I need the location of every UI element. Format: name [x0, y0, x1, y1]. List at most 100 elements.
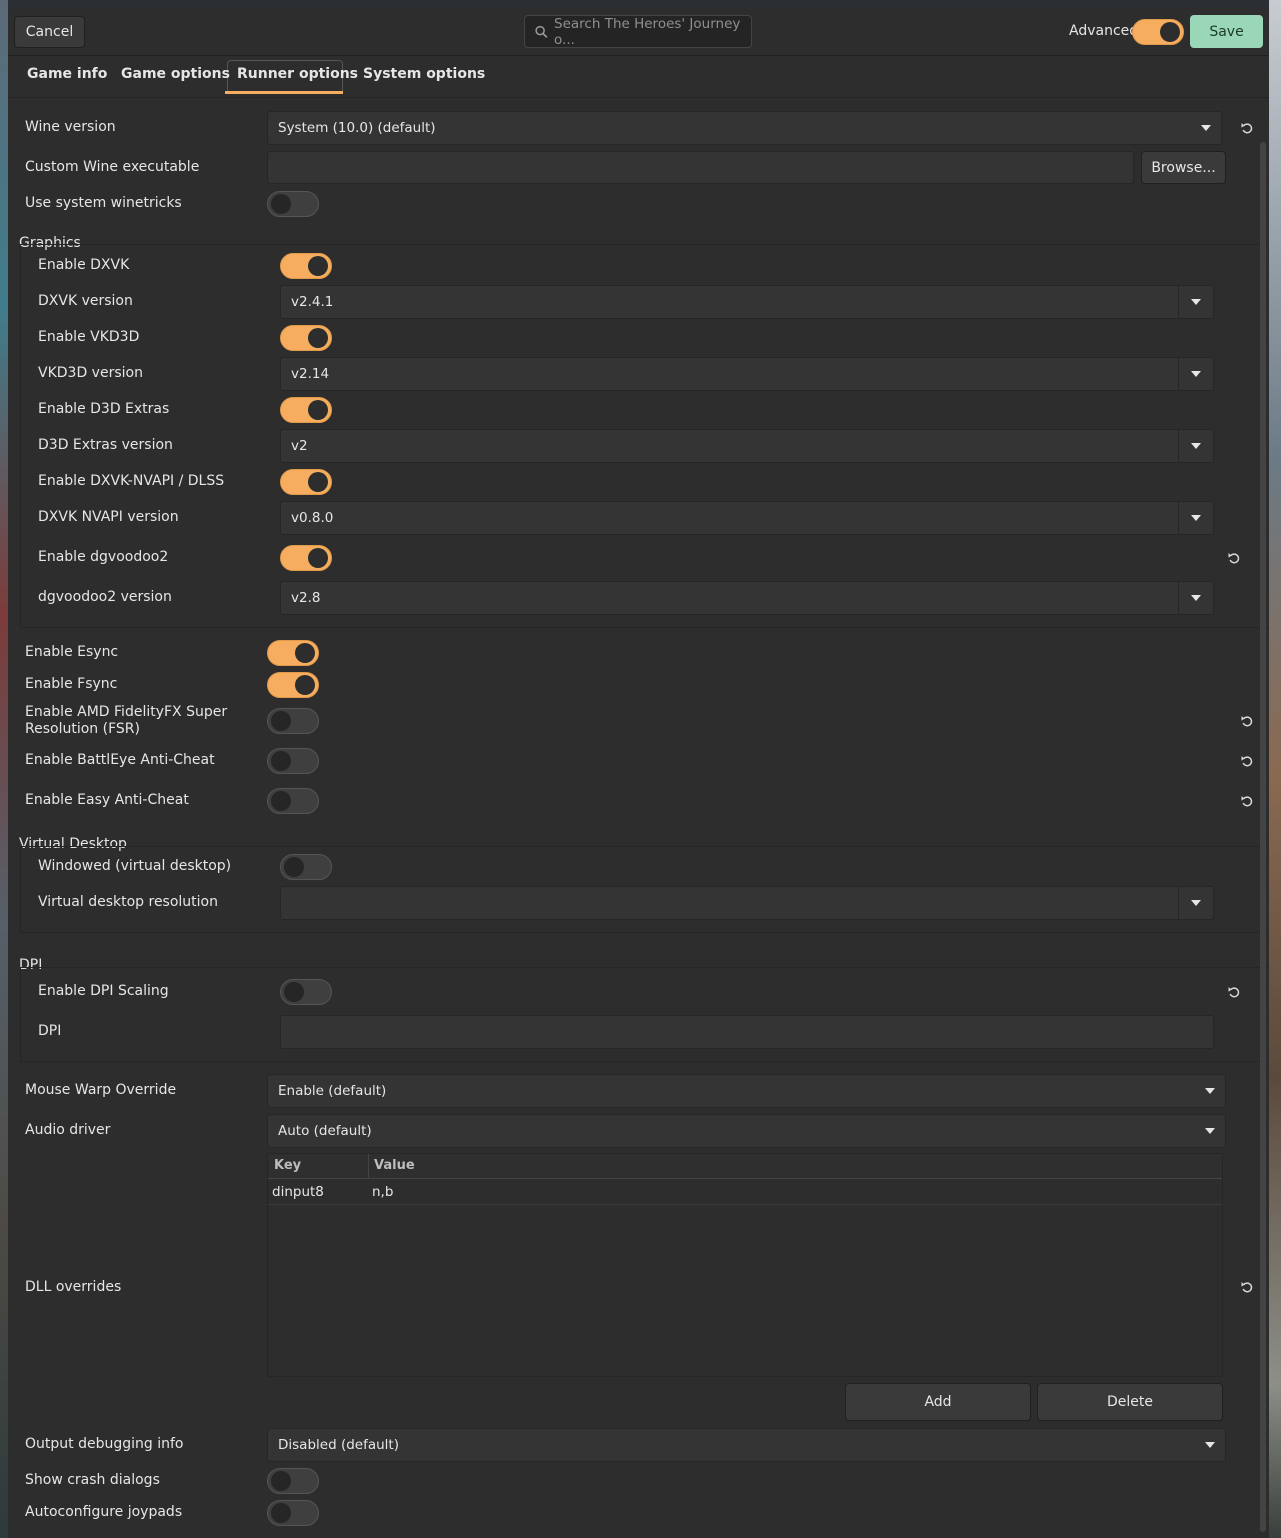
enable-dxvk-toggle[interactable]	[280, 253, 332, 279]
esync-toggle[interactable]	[267, 640, 319, 666]
dxvk-version-combo[interactable]: v2.4.1	[280, 285, 1214, 319]
cancel-button[interactable]: Cancel	[14, 16, 85, 48]
d3d-extras-version-value: v2	[291, 438, 308, 454]
eac-toggle[interactable]	[267, 788, 319, 814]
nvapi-version-value: v0.8.0	[291, 510, 334, 526]
dgvoodoo2-version-label: dgvoodoo2 version	[38, 589, 172, 605]
dpi-scaling-label: Enable DPI Scaling	[38, 983, 169, 999]
d3d-extras-dropdown-button[interactable]	[1178, 430, 1213, 462]
joypads-toggle[interactable]	[267, 1500, 319, 1526]
chevron-down-icon	[1191, 595, 1201, 601]
fsr-label-line2: Resolution (FSR)	[25, 721, 140, 737]
enable-d3d-extras-toggle[interactable]	[280, 397, 332, 423]
system-winetricks-toggle[interactable]	[267, 191, 319, 217]
advanced-toggle[interactable]	[1132, 19, 1184, 45]
dll-table-header: Key Value	[268, 1154, 1222, 1179]
joypads-label: Autoconfigure joypads	[25, 1504, 183, 1520]
chevron-down-icon	[1191, 443, 1201, 449]
wine-version-label: Wine version	[25, 119, 116, 135]
dll-overrides-table[interactable]: Key Value dinput8 n,b	[267, 1153, 1223, 1377]
enable-nvapi-toggle[interactable]	[280, 469, 332, 495]
tab-bar: Game info Game options Runner options Sy…	[8, 56, 1269, 98]
nvapi-version-dropdown-button[interactable]	[1178, 502, 1213, 534]
dll-delete-button[interactable]: Delete	[1037, 1383, 1223, 1421]
chevron-down-icon	[1191, 900, 1201, 906]
browse-button[interactable]: Browse...	[1141, 151, 1226, 184]
chevron-down-icon	[1191, 371, 1201, 377]
advanced-label: Advanced	[1069, 23, 1139, 39]
dgvoodoo2-version-combo[interactable]: v2.8	[280, 581, 1214, 615]
reset-icon[interactable]	[1240, 794, 1254, 808]
windowed-toggle[interactable]	[280, 854, 332, 880]
battleye-label: Enable BattlEye Anti-Cheat	[25, 752, 215, 768]
chevron-down-icon	[1201, 125, 1211, 131]
vkd3d-version-dropdown-button[interactable]	[1178, 358, 1213, 390]
battleye-toggle[interactable]	[267, 748, 319, 774]
reset-icon[interactable]	[1240, 1280, 1254, 1294]
debug-output-value: Disabled (default)	[278, 1437, 399, 1453]
tab-active-indicator	[225, 91, 343, 94]
audio-driver-value: Auto (default)	[278, 1123, 372, 1139]
d3d-extras-version-combo[interactable]: v2	[280, 429, 1214, 463]
nvapi-version-label: DXVK NVAPI version	[38, 509, 179, 525]
crash-dialogs-toggle[interactable]	[267, 1468, 319, 1494]
fsync-label: Enable Fsync	[25, 676, 118, 692]
chevron-down-icon	[1205, 1088, 1215, 1094]
enable-vkd3d-toggle[interactable]	[280, 325, 332, 351]
audio-driver-select[interactable]: Auto (default)	[267, 1114, 1226, 1148]
tab-game-options[interactable]: Game options	[121, 66, 230, 82]
mouse-warp-value: Enable (default)	[278, 1083, 387, 1099]
fsr-toggle[interactable]	[267, 708, 319, 734]
dll-row-key[interactable]: dinput8	[272, 1184, 324, 1200]
reset-icon[interactable]	[1240, 714, 1254, 728]
table-row[interactable]: dinput8 n,b	[268, 1179, 1222, 1205]
desktop-background-right	[1269, 0, 1281, 1538]
mouse-warp-select[interactable]: Enable (default)	[267, 1074, 1226, 1108]
nvapi-version-combo[interactable]: v0.8.0	[280, 501, 1214, 535]
enable-d3d-extras-label: Enable D3D Extras	[38, 401, 170, 417]
dpi-scaling-toggle[interactable]	[280, 979, 332, 1005]
enable-dxvk-label: Enable DXVK	[38, 257, 130, 273]
tab-system-options[interactable]: System options	[363, 66, 485, 82]
vd-resolution-combo[interactable]	[280, 886, 1214, 920]
vkd3d-version-combo[interactable]: v2.14	[280, 357, 1214, 391]
dgvoodoo2-dropdown-button[interactable]	[1178, 582, 1213, 614]
dpi-label: DPI	[38, 1023, 62, 1039]
enable-dgvoodoo2-toggle[interactable]	[280, 545, 332, 571]
chevron-down-icon	[1191, 515, 1201, 521]
dll-row-value[interactable]: n,b	[372, 1184, 393, 1200]
tab-runner-options[interactable]: Runner options	[237, 66, 358, 82]
game-config-window: Cancel Search The Heroes' Journey o... A…	[8, 8, 1269, 1538]
search-input[interactable]: Search The Heroes' Journey o...	[524, 15, 752, 48]
tab-game-info[interactable]: Game info	[27, 66, 107, 82]
dll-column-key[interactable]: Key	[274, 1158, 301, 1173]
dll-overrides-label: DLL overrides	[25, 1279, 122, 1295]
custom-wine-label: Custom Wine executable	[25, 159, 200, 175]
dll-column-value[interactable]: Value	[374, 1158, 415, 1173]
chevron-down-icon	[1205, 1442, 1215, 1448]
search-placeholder: Search The Heroes' Journey o...	[554, 15, 741, 48]
reset-icon[interactable]	[1240, 121, 1254, 135]
vd-resolution-dropdown-button[interactable]	[1178, 887, 1213, 919]
dll-add-button[interactable]: Add	[845, 1383, 1031, 1421]
custom-wine-input[interactable]	[267, 151, 1134, 184]
reset-icon[interactable]	[1227, 985, 1241, 999]
dpi-input[interactable]	[280, 1015, 1214, 1049]
reset-icon[interactable]	[1227, 551, 1241, 565]
reset-icon[interactable]	[1240, 754, 1254, 768]
dxvk-version-label: DXVK version	[38, 293, 133, 309]
vertical-scrollbar[interactable]	[1260, 142, 1266, 1532]
wine-version-value: System (10.0) (default)	[278, 120, 436, 136]
dgvoodoo2-version-value: v2.8	[291, 590, 321, 606]
debug-output-select[interactable]: Disabled (default)	[267, 1428, 1226, 1462]
save-button[interactable]: Save	[1190, 15, 1263, 48]
esync-label: Enable Esync	[25, 644, 119, 660]
wine-version-select[interactable]: System (10.0) (default)	[267, 111, 1222, 145]
audio-driver-label: Audio driver	[25, 1122, 111, 1138]
fsync-toggle[interactable]	[267, 672, 319, 698]
vkd3d-version-value: v2.14	[291, 366, 330, 382]
crash-dialogs-label: Show crash dialogs	[25, 1472, 160, 1488]
mouse-warp-label: Mouse Warp Override	[25, 1082, 177, 1098]
eac-label: Enable Easy Anti-Cheat	[25, 792, 189, 808]
dxvk-version-dropdown-button[interactable]	[1178, 286, 1213, 318]
